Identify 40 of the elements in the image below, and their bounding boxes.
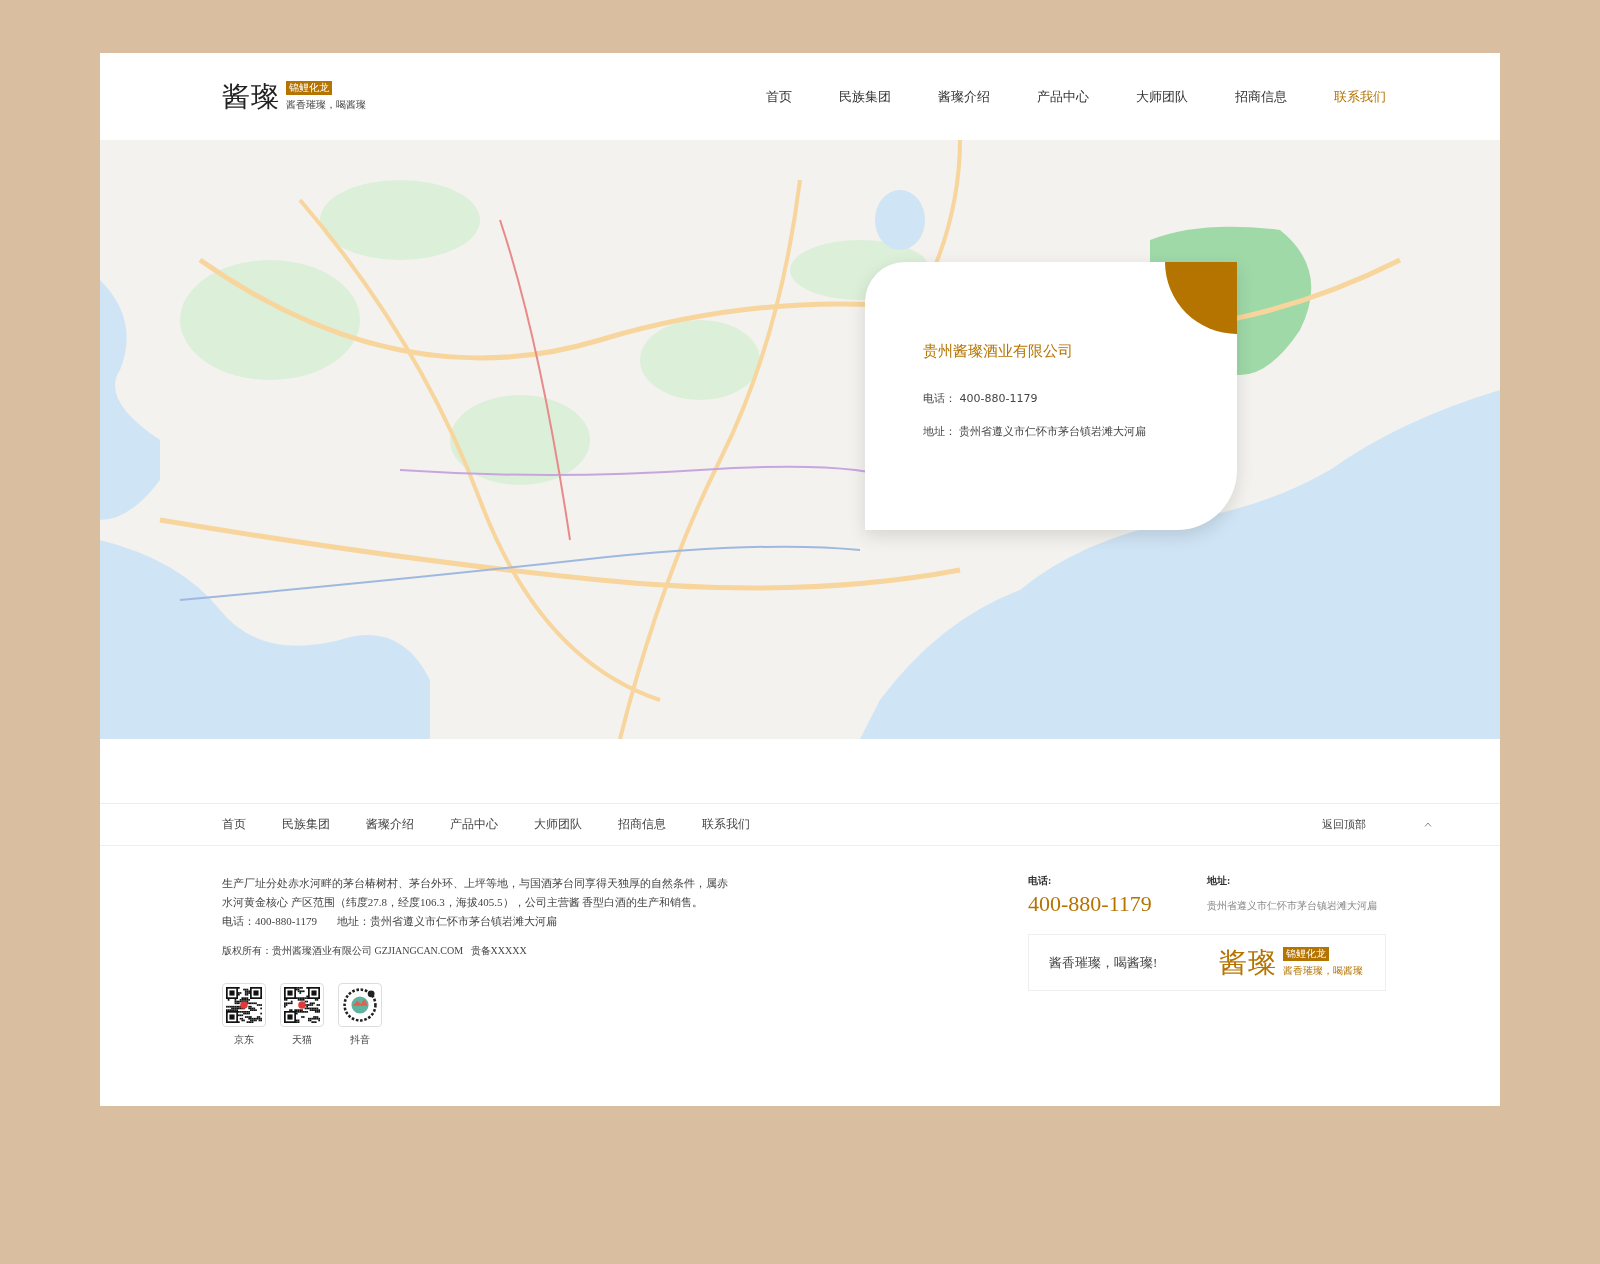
logo-slogan: 酱香璀璨，喝酱璨: [286, 98, 366, 112]
footer-nav-link[interactable]: 酱璨介绍: [366, 816, 414, 833]
nav-link[interactable]: 产品中心: [1037, 87, 1089, 106]
phone-text: 电话：400-880-1179: [222, 914, 317, 929]
nav-link[interactable]: 招商信息: [1235, 87, 1287, 106]
footer-nav-link[interactable]: 民族集团: [282, 816, 330, 833]
address-label: 地址:: [1207, 874, 1232, 888]
logo-badge: 锦鲤化龙: [286, 81, 332, 95]
nav-link[interactable]: 民族集团: [839, 87, 891, 106]
nav-link[interactable]: 首页: [766, 87, 792, 106]
qr-label: 京东: [234, 1033, 254, 1047]
footer-nav-link[interactable]: 大师团队: [534, 816, 582, 833]
phone-number: 400-880-1179: [1028, 891, 1153, 917]
qr-label: 抖音: [350, 1033, 370, 1047]
address-text: 贵州省遵义市仁怀市茅台镇岩滩大河扁: [1207, 899, 1378, 913]
caret-up-icon[interactable]: [1424, 822, 1432, 827]
back-to-top-link[interactable]: 返回顶部: [1322, 817, 1366, 832]
footer-nav-link[interactable]: 招商信息: [618, 816, 666, 833]
qr-label: 天猫: [292, 1033, 312, 1047]
qr-code-icon[interactable]: [222, 983, 266, 1027]
footer-nav-link[interactable]: 首页: [222, 816, 246, 833]
round-code-icon[interactable]: [338, 983, 382, 1027]
company-description: 生产厂址分处赤水河畔的茅台椿树村、茅台外环、上坪等地，与国酒茅台同享得天独厚的自然条件，属赤水河黄金核心 产区范围（纬度27.8，经度106.3，海拔405.5），公司主营酱 香型白酒的生产和销售。: [222, 876, 729, 910]
nav-link[interactable]: 大师团队: [1136, 87, 1188, 106]
logo-wordmark: 酱璨: [1219, 945, 1277, 980]
nav-link[interactable]: 联系我们: [1334, 87, 1386, 106]
address-text: 地址： 贵州省遵义市仁怀市茅台镇岩滩大河扁: [923, 424, 1148, 439]
address-text: 地址：贵州省遵义市仁怀市茅台镇岩滩大河扁: [336, 914, 557, 929]
slogan-text: 酱香璀璨，喝酱璨!: [1049, 953, 1158, 972]
logo-wordmark: 酱璨: [222, 79, 280, 114]
logo-badge: 锦鲤化龙: [1283, 947, 1329, 961]
nav-link[interactable]: 酱璨介绍: [938, 87, 990, 106]
phone-label: 电话:: [1028, 874, 1053, 888]
footer-nav-link[interactable]: 产品中心: [450, 816, 498, 833]
footer-nav-link[interactable]: 联系我们: [702, 816, 750, 833]
logo-slogan: 酱香璀璨，喝酱璨: [1283, 964, 1363, 978]
company-name: 贵州酱璨酒业有限公司: [923, 342, 1074, 361]
copyright-text: 版权所有：贵州酱璨酒业有限公司 GZJIANGCAN.COM 贵备XXXXX: [222, 944, 528, 958]
phone-text: 电话： 400-880-1179: [923, 391, 1039, 406]
qr-code-icon[interactable]: [280, 983, 324, 1027]
